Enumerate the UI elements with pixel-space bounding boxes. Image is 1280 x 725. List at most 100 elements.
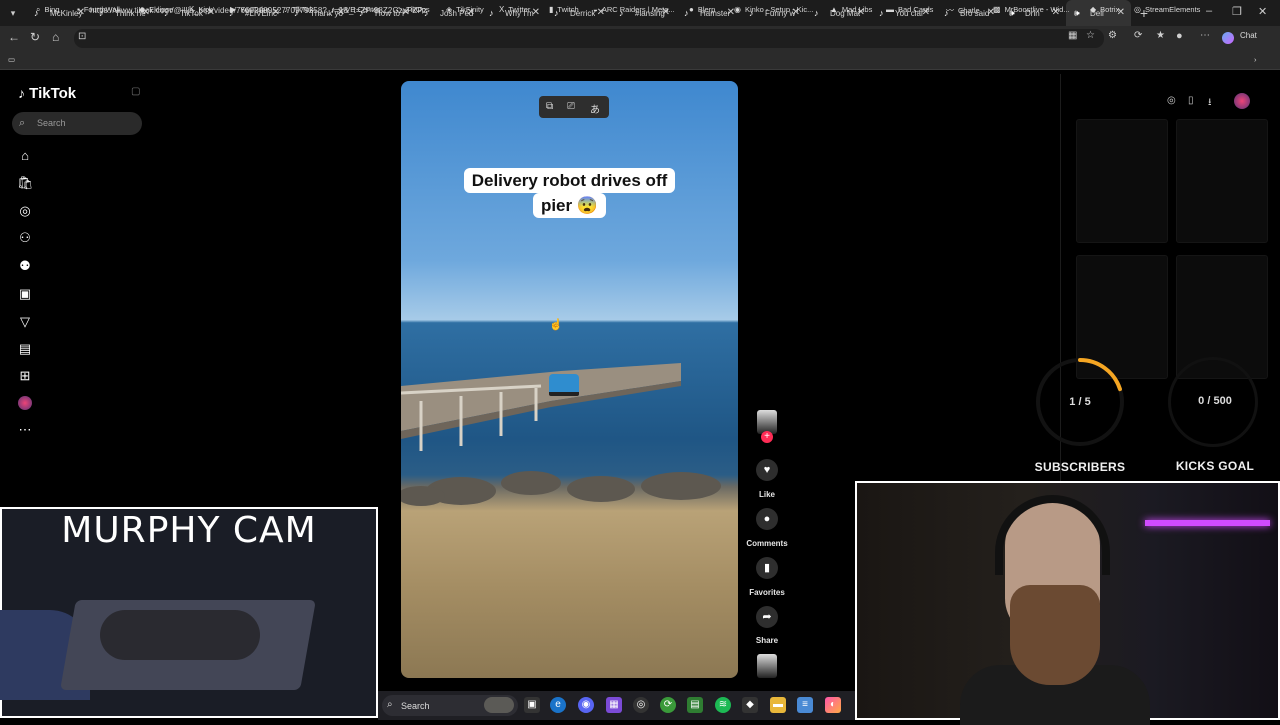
tiktok-icon: ♪ bbox=[331, 5, 335, 14]
bookmark-item[interactable]: ▲ Mad Libs bbox=[830, 5, 872, 14]
discord-icon[interactable]: ◉ bbox=[578, 697, 594, 713]
bookmarks-overflow-icon[interactable]: › bbox=[1254, 55, 1257, 64]
like-label: Like bbox=[758, 490, 775, 499]
tiktok-logo[interactable]: ♪ TikTok bbox=[18, 85, 76, 102]
refresh-extension-icon[interactable]: ⟳ bbox=[1134, 30, 1142, 41]
copilot-icon[interactable] bbox=[1222, 32, 1234, 44]
collapse-sidebar-icon[interactable]: ▢ bbox=[131, 86, 140, 97]
bookmark-item[interactable]: X Twitter bbox=[499, 5, 530, 14]
address-bar[interactable] bbox=[74, 29, 1104, 48]
chat-button[interactable]: Chat bbox=[1240, 31, 1257, 40]
next-creator-avatar[interactable] bbox=[757, 654, 777, 678]
bookmark-item[interactable]: ◉ Kinko - Setup - Kic... bbox=[734, 5, 813, 14]
friends-icon[interactable]: ⚉ bbox=[17, 258, 33, 274]
bookmark-item[interactable]: ◆ Botrix bbox=[1090, 5, 1119, 14]
inbox-icon[interactable]: ▤ bbox=[17, 341, 33, 357]
spotify-icon[interactable]: ≋ bbox=[715, 697, 731, 713]
live-icon[interactable]: ▣ bbox=[17, 286, 33, 302]
messages-icon[interactable]: ▽ bbox=[17, 314, 33, 330]
more-icon[interactable]: ⋯ bbox=[17, 422, 33, 438]
bookmark-item[interactable]: ◆ Eklipse bbox=[139, 5, 173, 14]
bookmark-item[interactable]: ♪ LIVE Center bbox=[331, 5, 380, 14]
bookmark-item[interactable]: ♪ TikTok bbox=[284, 5, 313, 14]
bookmark-item[interactable]: ● Blerp bbox=[689, 5, 715, 14]
shop-icon[interactable]: 🛍 bbox=[17, 175, 34, 191]
bookmark-item[interactable]: 〰 Chatle bbox=[946, 5, 980, 16]
bookmark-item[interactable]: ◒ ARC Raiders | Meta... bbox=[593, 5, 675, 14]
bookmark-label: Twitch bbox=[557, 5, 579, 14]
bookmark-label: TikTok bbox=[292, 5, 314, 14]
kicks-goal-label: KICKS GOAL bbox=[1175, 459, 1255, 473]
profile-avatar-icon[interactable]: ● bbox=[1176, 30, 1183, 42]
search-icon: ⌕ bbox=[19, 117, 26, 129]
bookmark-item[interactable]: ◇ TikOps bbox=[396, 5, 430, 14]
reload-icon[interactable]: ↻ bbox=[30, 30, 40, 44]
share-arrow-icon[interactable]: ➦ bbox=[756, 606, 778, 628]
favorites-icon[interactable]: ★ bbox=[1156, 30, 1165, 41]
kick-icon: K bbox=[189, 5, 195, 14]
bookmark-label: LIVE Center bbox=[339, 5, 380, 14]
arc-icon: ◒ bbox=[593, 5, 598, 14]
bookmark-label: Mad Libs bbox=[841, 5, 873, 14]
bookmark-item[interactable]: K Kick bbox=[189, 5, 213, 14]
search-highlight-icon[interactable] bbox=[484, 697, 514, 713]
download-icon[interactable]: ⭳ bbox=[1208, 95, 1212, 112]
obs-icon[interactable]: ◎ bbox=[633, 697, 649, 713]
user-avatar[interactable] bbox=[1234, 93, 1250, 109]
explore-icon[interactable]: ◎ bbox=[17, 203, 33, 219]
captions-icon[interactable]: ⎚ bbox=[567, 101, 575, 112]
favorites-bookmark-icon[interactable]: ▮ bbox=[756, 557, 778, 579]
navigation-bar: ← ↻ ⌂ ⊡ ▦ ☆ ⚙ ⟳ ★ ● ⋯ bbox=[0, 26, 1280, 50]
bookmark-item[interactable]: ▪ FourthWall bbox=[77, 5, 120, 14]
follow-plus-icon[interactable]: + bbox=[761, 431, 773, 443]
grid-app-icon[interactable]: ▦ bbox=[606, 697, 622, 713]
bookmark-item[interactable]: ◈ TikFinity bbox=[446, 5, 484, 14]
comments-icon[interactable]: ● bbox=[756, 508, 778, 530]
extensions-icon[interactable]: ⚙ bbox=[1108, 30, 1117, 41]
close-tab-icon[interactable]: ✕ bbox=[532, 7, 540, 18]
taskbar-search-label: Search bbox=[401, 701, 430, 711]
notepad-icon[interactable]: ≡ bbox=[797, 697, 813, 713]
blerp-icon: ● bbox=[689, 5, 694, 14]
bookmark-item[interactable]: ◎ StreamElements bbox=[1134, 5, 1200, 14]
following-icon[interactable]: ⚇ bbox=[17, 230, 33, 246]
upload-icon[interactable]: ⊞ bbox=[17, 368, 33, 384]
bookmark-item[interactable]: ⌕ Bing bbox=[36, 5, 60, 15]
compass-icon[interactable]: ◎ bbox=[1167, 95, 1176, 106]
bookmark-item[interactable]: ▮ Twitch bbox=[549, 5, 579, 14]
file-explorer-icon[interactable]: ▬ bbox=[770, 697, 786, 713]
edge-icon[interactable]: e bbox=[550, 697, 566, 713]
widget-slot bbox=[1176, 119, 1268, 243]
minimize-icon[interactable]: – bbox=[1206, 5, 1212, 17]
bookmark-item[interactable]: ▩ MrBoostlive - Wid... bbox=[993, 5, 1070, 14]
bookmark-label: TikOps bbox=[406, 5, 430, 14]
favorite-star-icon[interactable]: ☆ bbox=[1086, 30, 1095, 41]
close-window-icon[interactable]: ✕ bbox=[1258, 5, 1267, 18]
task-view-icon[interactable]: ▣ bbox=[524, 697, 540, 713]
tiktok-search-placeholder: Search bbox=[37, 118, 66, 128]
bookmarks-toggle-icon[interactable]: ▭ bbox=[8, 55, 15, 64]
bookmark-item[interactable]: ▶ YouTube bbox=[230, 5, 270, 14]
photos-icon[interactable]: ◐ bbox=[825, 697, 841, 713]
floating-player-icon[interactable]: ⧉ bbox=[546, 101, 553, 112]
bookmark-label: YouTube bbox=[240, 5, 270, 14]
bookmark-item[interactable]: ▬ Bad Cards bbox=[886, 5, 933, 14]
spreadsheet-icon[interactable]: ▤ bbox=[687, 697, 703, 713]
maximize-icon[interactable]: ❐ bbox=[1232, 5, 1242, 18]
more-options-icon[interactable]: ⋯ bbox=[1200, 30, 1210, 41]
steam-icon[interactable]: ◆ bbox=[742, 697, 758, 713]
video-caption: Delivery robot drives off pier 😨 bbox=[451, 168, 688, 218]
profile-icon[interactable] bbox=[18, 396, 32, 410]
tiktok-search-input[interactable] bbox=[12, 112, 142, 135]
site-info-icon[interactable]: ⊡ bbox=[78, 31, 86, 42]
app-icon[interactable]: ⟳ bbox=[660, 697, 676, 713]
home-icon[interactable]: ⌂ bbox=[17, 148, 33, 164]
tab-menu-button[interactable]: ▾ bbox=[0, 0, 26, 26]
rocks bbox=[401, 471, 721, 506]
back-icon[interactable]: ← bbox=[8, 30, 20, 44]
mobile-icon[interactable]: ▯ bbox=[1188, 95, 1194, 106]
split-screen-icon[interactable]: ▦ bbox=[1068, 30, 1077, 41]
translate-icon[interactable]: あ bbox=[590, 101, 600, 116]
home-browser-icon[interactable]: ⌂ bbox=[52, 30, 59, 44]
like-heart-icon[interactable]: ♥ bbox=[756, 459, 778, 481]
